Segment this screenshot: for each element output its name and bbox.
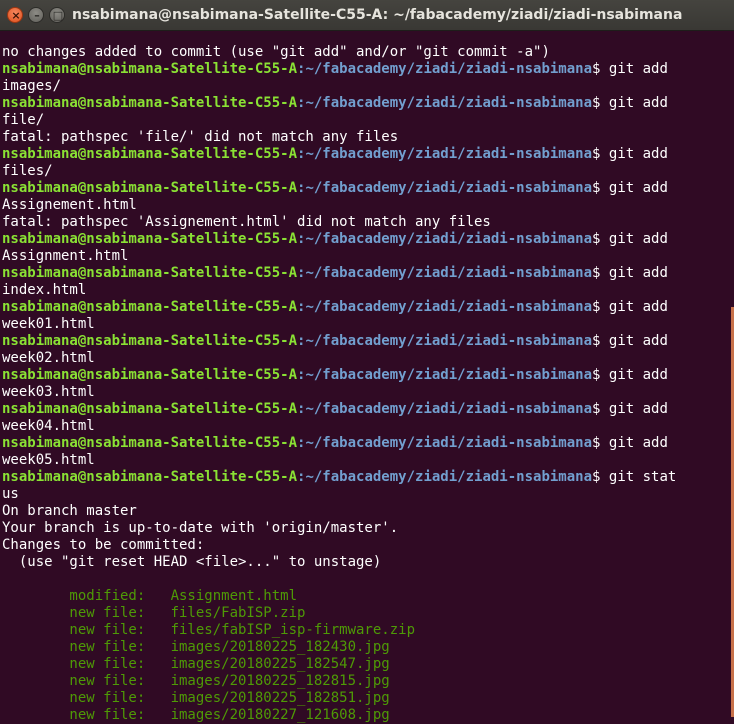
prompt-user: nsabimana@nsabimana-Satellite-C55-A — [2, 367, 298, 383]
staged-file-line: new file: images/20180225_182851.jpg — [2, 690, 390, 706]
prompt-path: :~/fabacademy/ziadi/ziadi-nsabimana — [297, 265, 593, 281]
output-line: fatal: pathspec 'Assignement.html' did n… — [2, 214, 491, 230]
prompt-path: :~/fabacademy/ziadi/ziadi-nsabimana — [297, 231, 593, 247]
prompt-path: :~/fabacademy/ziadi/ziadi-nsabimana — [297, 61, 593, 77]
command-text: git add — [600, 231, 668, 247]
staged-file-line: new file: images/20180225_182815.jpg — [2, 673, 390, 689]
output-line: images/ — [2, 78, 62, 94]
output-line: week05.html — [2, 452, 95, 468]
staged-file-line: new file: images/20180225_182430.jpg — [2, 639, 390, 655]
window-title: nsabimana@nsabimana-Satellite-C55-A: ~/f… — [72, 7, 683, 23]
prompt-user: nsabimana@nsabimana-Satellite-C55-A — [2, 469, 298, 485]
output-line: Changes to be committed: — [2, 537, 205, 553]
command-text: git stat — [600, 469, 677, 485]
prompt-line: nsabimana@nsabimana-Satellite-C55-A:~/fa… — [2, 469, 728, 486]
output-line: files/ — [2, 163, 53, 179]
prompt-line: nsabimana@nsabimana-Satellite-C55-A:~/fa… — [2, 146, 728, 163]
output-line: week02.html — [2, 350, 95, 366]
output-line: us — [2, 486, 19, 502]
prompt-line: nsabimana@nsabimana-Satellite-C55-A:~/fa… — [2, 61, 728, 78]
prompt-user: nsabimana@nsabimana-Satellite-C55-A — [2, 180, 298, 196]
command-text: git add — [600, 401, 668, 417]
prompt-user: nsabimana@nsabimana-Satellite-C55-A — [2, 299, 298, 315]
output-line: Assignement.html — [2, 197, 137, 213]
output-line: no changes added to commit (use "git add… — [2, 44, 550, 60]
prompt-path: :~/fabacademy/ziadi/ziadi-nsabimana — [297, 299, 593, 315]
staged-file-line: new file: images/20180227_121608.jpg — [2, 707, 390, 723]
prompt-path: :~/fabacademy/ziadi/ziadi-nsabimana — [297, 95, 593, 111]
prompt-path: :~/fabacademy/ziadi/ziadi-nsabimana — [297, 146, 593, 162]
command-text: git add — [600, 435, 668, 451]
maximize-button[interactable]: □ — [49, 7, 65, 23]
command-text: git add — [600, 299, 668, 315]
output-line: week04.html — [2, 418, 95, 434]
command-text: git add — [600, 95, 668, 111]
output-line: Assignment.html — [2, 248, 129, 264]
output-line: week03.html — [2, 384, 95, 400]
prompt-path: :~/fabacademy/ziadi/ziadi-nsabimana — [297, 367, 593, 383]
prompt-line: nsabimana@nsabimana-Satellite-C55-A:~/fa… — [2, 265, 728, 282]
prompt-line: nsabimana@nsabimana-Satellite-C55-A:~/fa… — [2, 95, 728, 112]
prompt-user: nsabimana@nsabimana-Satellite-C55-A — [2, 401, 298, 417]
prompt-user: nsabimana@nsabimana-Satellite-C55-A — [2, 435, 298, 451]
staged-file-line: modified: Assignment.html — [2, 588, 298, 604]
close-button[interactable]: × — [7, 7, 23, 23]
close-icon: × — [11, 9, 21, 22]
prompt-path: :~/fabacademy/ziadi/ziadi-nsabimana — [297, 333, 593, 349]
maximize-icon: □ — [52, 9, 64, 22]
output-line: Your branch is up-to-date with 'origin/m… — [2, 520, 399, 536]
staged-file-line: new file: files/FabISP.zip — [2, 605, 306, 621]
command-text: git add — [600, 265, 668, 281]
output-line: index.html — [2, 282, 87, 298]
command-text: git add — [600, 333, 668, 349]
output-line: fatal: pathspec 'file/' did not match an… — [2, 129, 399, 145]
command-text: git add — [600, 146, 668, 162]
prompt-line: nsabimana@nsabimana-Satellite-C55-A:~/fa… — [2, 333, 728, 350]
prompt-line: nsabimana@nsabimana-Satellite-C55-A:~/fa… — [2, 231, 728, 248]
staged-file-line: new file: images/20180225_182547.jpg — [2, 656, 390, 672]
minimize-button[interactable]: – — [28, 7, 44, 23]
prompt-user: nsabimana@nsabimana-Satellite-C55-A — [2, 265, 298, 281]
prompt-user: nsabimana@nsabimana-Satellite-C55-A — [2, 146, 298, 162]
terminal-output[interactable]: no changes added to commit (use "git add… — [2, 44, 728, 724]
minimize-icon: – — [34, 9, 40, 22]
prompt-path: :~/fabacademy/ziadi/ziadi-nsabimana — [297, 180, 593, 196]
prompt-line: nsabimana@nsabimana-Satellite-C55-A:~/fa… — [2, 180, 728, 197]
output-line: file/ — [2, 112, 45, 128]
prompt-user: nsabimana@nsabimana-Satellite-C55-A — [2, 231, 298, 247]
prompt-user: nsabimana@nsabimana-Satellite-C55-A — [2, 61, 298, 77]
command-text: git add — [600, 180, 668, 196]
prompt-path: :~/fabacademy/ziadi/ziadi-nsabimana — [297, 401, 593, 417]
prompt-path: :~/fabacademy/ziadi/ziadi-nsabimana — [297, 435, 593, 451]
staged-file-line: new file: files/fabISP_isp-firmware.zip — [2, 622, 416, 638]
prompt-line: nsabimana@nsabimana-Satellite-C55-A:~/fa… — [2, 367, 728, 384]
command-text: git add — [600, 367, 668, 383]
output-line: week01.html — [2, 316, 95, 332]
prompt-line: nsabimana@nsabimana-Satellite-C55-A:~/fa… — [2, 435, 728, 452]
title-bar[interactable]: × – □ nsabimana@nsabimana-Satellite-C55-… — [0, 0, 734, 31]
prompt-path: :~/fabacademy/ziadi/ziadi-nsabimana — [297, 469, 593, 485]
prompt-line: nsabimana@nsabimana-Satellite-C55-A:~/fa… — [2, 401, 728, 418]
prompt-user: nsabimana@nsabimana-Satellite-C55-A — [2, 333, 298, 349]
prompt-line: nsabimana@nsabimana-Satellite-C55-A:~/fa… — [2, 299, 728, 316]
output-line: (use "git reset HEAD <file>..." to unsta… — [2, 554, 382, 570]
command-text: git add — [600, 61, 668, 77]
output-line: On branch master — [2, 503, 137, 519]
prompt-user: nsabimana@nsabimana-Satellite-C55-A — [2, 95, 298, 111]
